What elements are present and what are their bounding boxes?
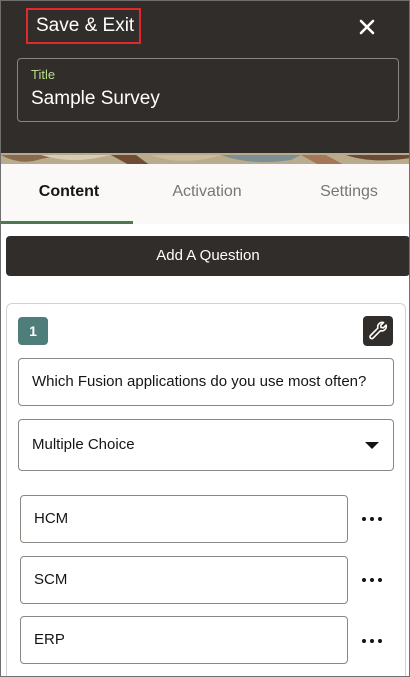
tab-content[interactable]: Content <box>1 164 137 224</box>
save-and-exit-button[interactable]: Save & Exit <box>26 8 141 44</box>
question-number-badge: 1 <box>18 317 48 345</box>
tab-activation[interactable]: Activation <box>139 164 275 224</box>
tab-settings[interactable]: Settings <box>281 164 409 224</box>
chevron-down-icon <box>365 442 379 449</box>
wrench-icon[interactable] <box>363 316 393 346</box>
active-tab-indicator <box>1 221 133 224</box>
title-field[interactable]: Title Sample Survey <box>17 58 399 122</box>
choice-input[interactable]: SCM <box>20 556 348 604</box>
close-icon[interactable] <box>353 13 381 41</box>
survey-editor-panel: Save & Exit Title Sample Survey Content … <box>0 0 410 677</box>
title-field-label: Title <box>31 67 56 82</box>
title-field-value[interactable]: Sample Survey <box>31 88 160 110</box>
question-type-value: Multiple Choice <box>32 436 135 453</box>
choice-input[interactable]: HCM <box>20 495 348 543</box>
add-question-button[interactable]: Add A Question <box>6 236 409 276</box>
more-options-icon[interactable] <box>359 631 385 651</box>
decorative-banner <box>1 153 409 164</box>
question-text-input[interactable]: Which Fusion applications do you use mos… <box>18 358 394 406</box>
editor-header: Save & Exit Title Sample Survey <box>1 1 409 153</box>
more-options-icon[interactable] <box>359 570 385 590</box>
editor-tabs: Content Activation Settings <box>1 164 409 224</box>
more-options-icon[interactable] <box>359 509 385 529</box>
choice-input[interactable]: ERP <box>20 616 348 664</box>
question-type-select[interactable]: Multiple Choice <box>18 419 394 471</box>
